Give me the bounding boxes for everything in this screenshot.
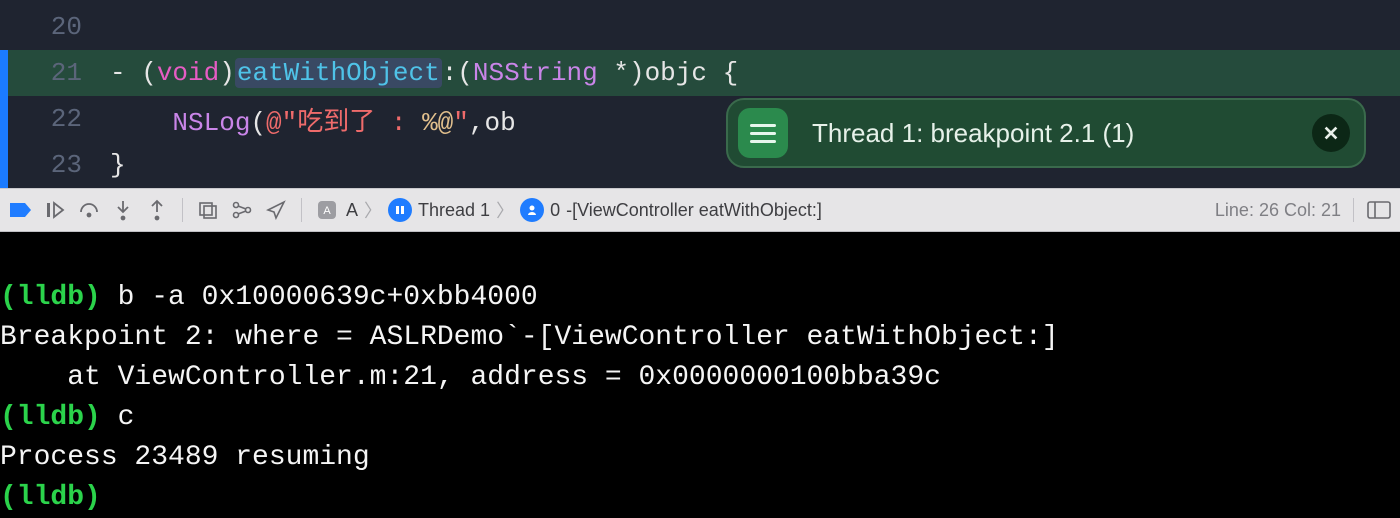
thread-icon <box>388 198 412 222</box>
debug-view-hierarchy-icon[interactable] <box>195 197 221 223</box>
lldb-console[interactable]: (lldb) b -a 0x10000639c+0xbb4000 Breakpo… <box>0 232 1400 518</box>
lldb-prompt: (lldb) <box>0 482 101 513</box>
frame-icon <box>520 198 544 222</box>
breakpoint-toggle-icon[interactable] <box>8 197 34 223</box>
debug-memory-graph-icon[interactable] <box>229 197 255 223</box>
thread-label: Thread 1 <box>418 200 490 221</box>
watermark: CSDN @Holothurian <box>1259 512 1388 518</box>
app-icon: A <box>314 197 340 223</box>
line-number[interactable]: 23 <box>0 150 110 180</box>
breakpoint-message: Thread 1: breakpoint 2.1 (1) <box>812 118 1312 149</box>
execution-marker <box>0 142 8 188</box>
frame-label: -[ViewController eatWithObject:] <box>566 200 822 221</box>
chevron-right-icon: 〉 <box>496 197 514 223</box>
debug-toolbar: A A 〉 Thread 1 〉 0 -[ViewController eatW… <box>0 188 1400 232</box>
panel-icon[interactable] <box>1366 197 1392 223</box>
divider <box>1353 198 1354 222</box>
lldb-prompt: (lldb) <box>0 402 101 433</box>
divider <box>182 198 183 222</box>
location-icon[interactable] <box>263 197 289 223</box>
continue-icon[interactable] <box>42 197 68 223</box>
close-icon[interactable] <box>1312 114 1350 152</box>
code-line[interactable]: 20 <box>0 4 1400 50</box>
console-output: Process 23489 resuming <box>0 442 370 473</box>
console-output: at ViewController.m:21, address = 0x0000… <box>0 362 941 393</box>
execution-marker <box>0 50 8 96</box>
svg-text:A: A <box>323 205 331 217</box>
step-out-icon[interactable] <box>144 197 170 223</box>
code-content[interactable]: NSLog(@"吃到了 : %@",ob <box>110 101 516 138</box>
lldb-prompt: (lldb) <box>0 282 101 313</box>
target-label: A <box>346 200 358 221</box>
code-content[interactable]: } <box>110 150 126 180</box>
console-command: b -a 0x10000639c+0xbb4000 <box>101 282 538 313</box>
step-over-icon[interactable] <box>76 197 102 223</box>
code-line[interactable]: 21- (void)eatWithObject:(NSString *)objc… <box>0 50 1400 96</box>
line-number[interactable]: 21 <box>0 58 110 88</box>
execution-marker <box>0 96 8 142</box>
step-into-icon[interactable] <box>110 197 136 223</box>
line-col-indicator: Line: 26 Col: 21 <box>1215 200 1341 221</box>
chevron-right-icon: 〉 <box>364 197 382 223</box>
console-command: c <box>101 402 135 433</box>
divider <box>301 198 302 222</box>
breadcrumb[interactable]: A A 〉 Thread 1 〉 0 -[ViewController eatW… <box>314 197 822 223</box>
line-number[interactable]: 20 <box>0 12 110 42</box>
code-content[interactable]: - (void)eatWithObject:(NSString *)objc { <box>110 58 738 88</box>
line-number[interactable]: 22 <box>0 104 110 134</box>
hamburger-icon[interactable] <box>738 108 788 158</box>
console-output: Breakpoint 2: where = ASLRDemo`-[ViewCon… <box>0 322 1059 353</box>
frame-number: 0 <box>550 200 560 221</box>
breakpoint-popup: Thread 1: breakpoint 2.1 (1) <box>726 98 1366 168</box>
